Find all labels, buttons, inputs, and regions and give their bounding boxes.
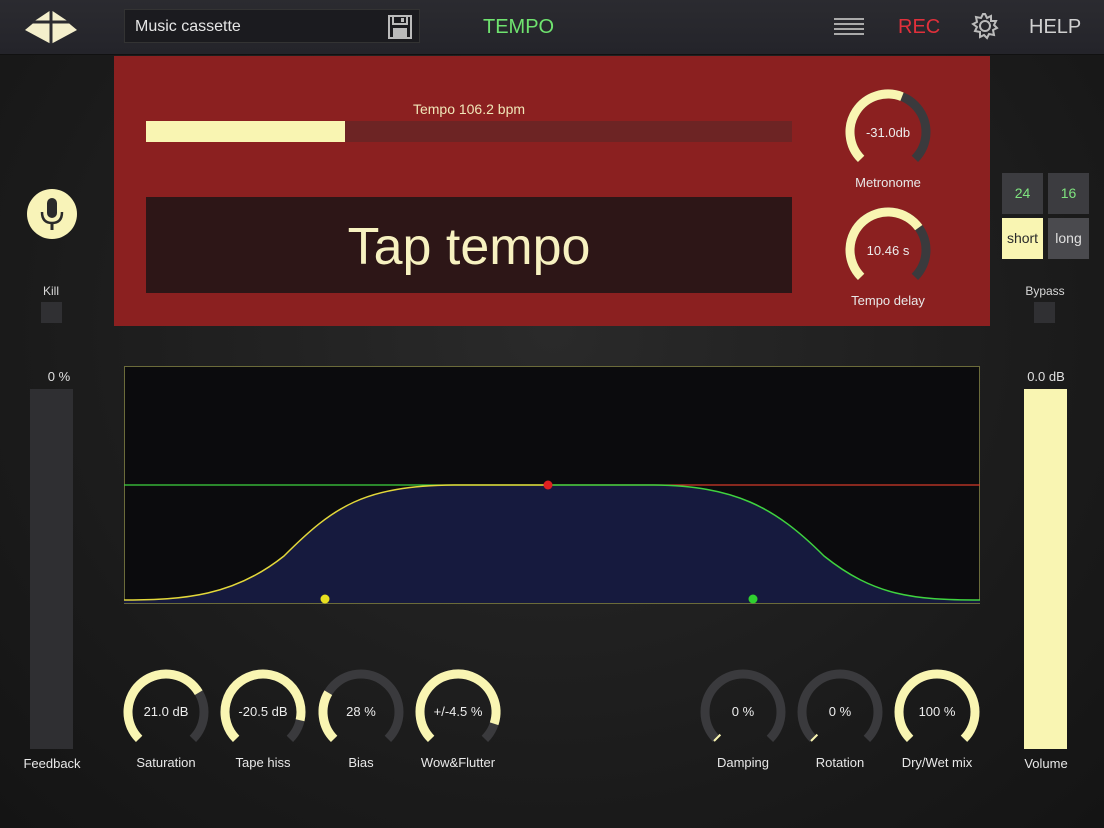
- knob-label: Metronome: [855, 175, 921, 190]
- knob-value: -20.5 dB: [238, 704, 288, 719]
- option-long[interactable]: long: [1048, 218, 1089, 259]
- feedback-label: Feedback: [23, 756, 81, 771]
- volume-label: Volume: [1024, 756, 1068, 771]
- knob-value: 28 %: [346, 704, 376, 719]
- metronome-knob[interactable]: -31.0db Metronome: [840, 84, 936, 194]
- tempo-slider[interactable]: [146, 121, 792, 142]
- option-24[interactable]: 24: [1002, 173, 1043, 214]
- peak-handle[interactable]: [543, 480, 553, 490]
- rec-button[interactable]: REC: [898, 16, 940, 39]
- kill-toggle[interactable]: [41, 302, 62, 323]
- tempo-bpm-label: Tempo 106.2 bpm: [412, 101, 526, 117]
- microphone-button[interactable]: [27, 189, 77, 239]
- low-cut-handle[interactable]: [320, 594, 330, 604]
- knob-value: -31.0db: [865, 125, 911, 140]
- volume-value: 0.0 dB: [1027, 369, 1065, 384]
- app-logo-icon[interactable]: [24, 8, 78, 48]
- tab-tempo[interactable]: TEMPO: [483, 16, 554, 39]
- menu-icon[interactable]: [834, 16, 864, 36]
- feedback-value: 0 %: [47, 369, 71, 384]
- knob-value: +/-4.5 %: [433, 704, 483, 719]
- tap-tempo-label: Tap tempo: [347, 218, 591, 276]
- dry-wet-mix-knob[interactable]: 100 % Dry/Wet mix: [889, 664, 985, 774]
- gear-icon[interactable]: [971, 12, 999, 40]
- help-button[interactable]: HELP: [1029, 16, 1081, 39]
- volume-slider-fill: [1024, 389, 1067, 749]
- volume-slider[interactable]: [1024, 389, 1067, 749]
- high-cut-handle[interactable]: [748, 594, 758, 604]
- knob-label: Tempo delay: [851, 293, 925, 308]
- bypass-toggle[interactable]: [1034, 302, 1055, 323]
- microphone-icon: [40, 198, 64, 230]
- save-icon[interactable]: [387, 14, 413, 40]
- kill-label: Kill: [42, 284, 59, 298]
- knob-label: Dry/Wet mix: [901, 755, 973, 770]
- knob-value: 100 %: [918, 704, 956, 719]
- wow-flutter-knob[interactable]: +/-4.5 % Wow&Flutter: [410, 664, 506, 774]
- tempo-slider-fill: [146, 121, 345, 142]
- tap-tempo-button[interactable]: Tap tempo: [146, 197, 792, 293]
- knob-label: Wow&Flutter: [420, 755, 496, 770]
- option-short[interactable]: short: [1002, 218, 1043, 259]
- preset-name: Music cassette: [135, 18, 241, 35]
- knob-value: 0 %: [828, 704, 852, 719]
- knob-value: 21.0 dB: [143, 704, 189, 719]
- bypass-label: Bypass: [1025, 284, 1065, 298]
- feedback-slider[interactable]: [30, 389, 73, 749]
- top-bar: Music cassette TEMPO REC HELP: [0, 0, 1104, 55]
- preset-selector[interactable]: Music cassette: [124, 9, 420, 43]
- option-16[interactable]: 16: [1048, 173, 1089, 214]
- knob-value: 0 %: [731, 704, 755, 719]
- knob-value: 10.46 s: [866, 243, 910, 258]
- eq-filter-graph[interactable]: [124, 366, 980, 604]
- tempo-delay-knob[interactable]: 10.46 s Tempo delay: [840, 202, 936, 312]
